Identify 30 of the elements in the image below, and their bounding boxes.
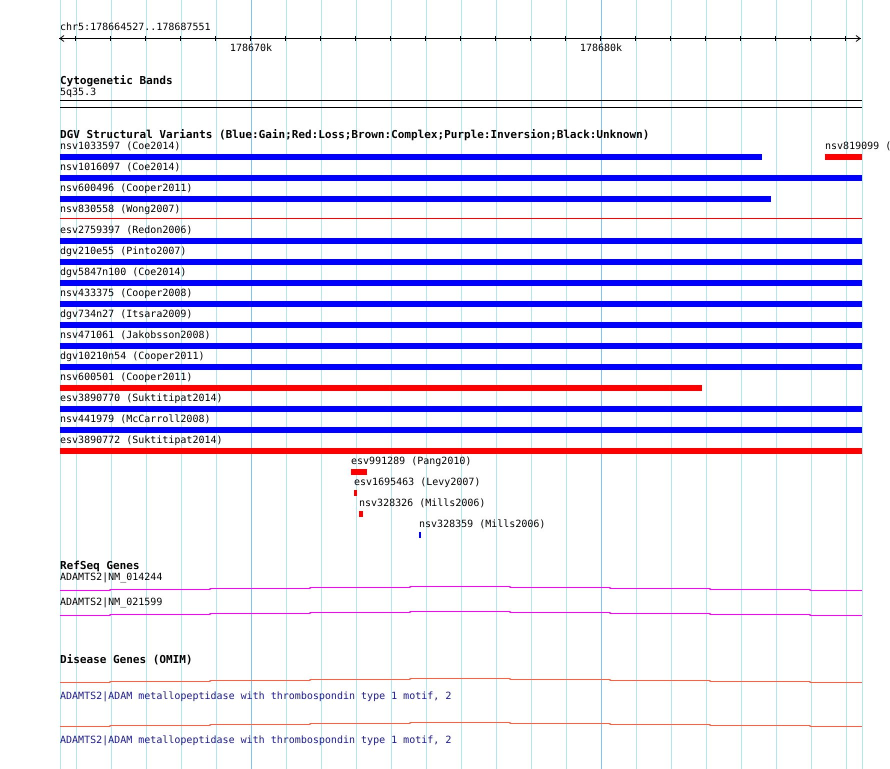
variant-label: nsv1016097 (Coe2014) [60,162,180,174]
variant-label: nsv600496 (Cooper2011) [60,183,192,195]
variant-label: nsv328359 (Mills2006) [419,519,546,531]
variant-label: nsv328326 (Mills2006) [359,498,486,510]
variant-label: nsv819099 ( [825,141,890,153]
gene-label: ADAMTS2|NM_014244 [60,572,162,584]
variant-label: esv2759397 (Redon2006) [60,225,192,237]
variant-label: nsv471061 (Jakobsson2008) [60,330,211,342]
tick-label: 178680k [580,43,622,55]
variant-label: dgv210e55 (Pinto2007) [60,246,186,258]
gene-label: ADAMTS2|NM_021599 [60,597,162,609]
track-title: DGV Structural Variants (Blue:Gain;Red:Loss;Brown:Complex;Purple:Inversion;Black:Unknown) [60,129,650,141]
variant-label: nsv433375 (Cooper2008) [60,288,192,300]
track-title: Disease Genes (OMIM) [60,654,192,666]
track-title: RefSeq Genes [60,560,140,572]
region-label: chr5:178664527..178687551 [60,22,211,33]
variant-label: dgv734n27 (Itsara2009) [60,309,192,321]
variant-label: nsv600501 (Cooper2011) [60,372,192,384]
variant-label: dgv5847n100 (Coe2014) [60,267,186,279]
variant-label: nsv441979 (McCarroll2008) [60,414,211,426]
variant-label: nsv830558 (Wong2007) [60,204,180,216]
variant-label: esv3890772 (Suktitipat2014) [60,435,223,447]
variant-label: dgv10210n54 (Cooper2011) [60,351,204,363]
tick-label: 178670k [230,43,272,55]
variant-label: nsv1033597 (Coe2014) [60,141,180,153]
variant-label: esv3890770 (Suktitipat2014) [60,393,223,405]
variant-label: esv991289 (Pang2010) [351,456,472,468]
track-title: Cytogenetic Bands [60,75,173,87]
variant-label: esv1695463 (Levy2007) [354,477,480,489]
band-label: 5q35.3 [60,87,96,99]
